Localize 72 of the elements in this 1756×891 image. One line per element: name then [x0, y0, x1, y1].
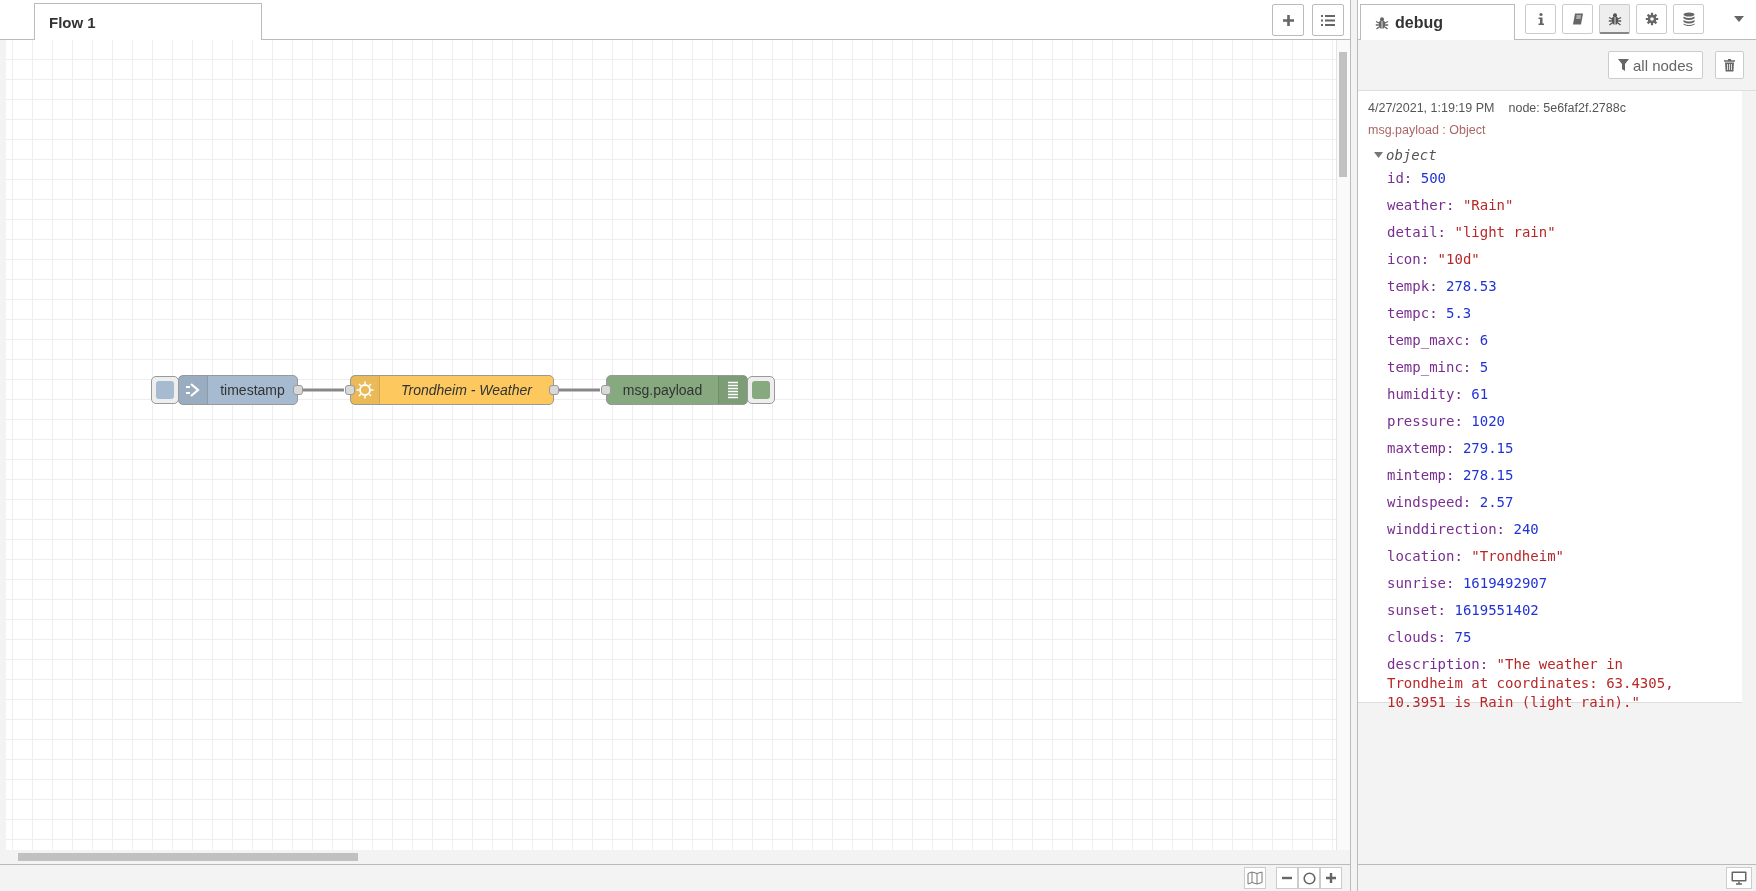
- debug-property: tempc: 5.3: [1387, 304, 1473, 323]
- timestamp-text: 4/27/2021, 1:19:19 PM: [1368, 101, 1495, 115]
- sidebar-tab-button[interactable]: [1599, 4, 1630, 34]
- debug-property: description: "The weather in Trondheim at coordinates: 63.4305, 10.3951 is Rain (light rain).": [1387, 655, 1675, 712]
- input-port[interactable]: [601, 385, 611, 395]
- filter-icon: [1617, 59, 1629, 71]
- monitor-icon: [1731, 871, 1747, 885]
- flow-tab[interactable]: Flow 1: [34, 3, 262, 40]
- sidebar-tab-button[interactable]: [1562, 4, 1593, 34]
- flow-canvas[interactable]: timestamp Trondheim - Weather msg.payload: [0, 40, 1350, 864]
- node-id-text: node: 5e6faf2f.2788c: [1508, 101, 1626, 115]
- monitor-button[interactable]: [1726, 867, 1752, 889]
- message-topic: msg.payload : Object: [1368, 123, 1487, 137]
- plus-icon: [1281, 13, 1295, 27]
- list-icon: [727, 381, 739, 399]
- flow-node[interactable]: Trondheim - Weather: [350, 375, 554, 405]
- debug-property: detail: "light rain": [1387, 223, 1557, 242]
- circle-icon: [1302, 871, 1316, 885]
- bug-icon: [1607, 11, 1622, 26]
- scrollbar[interactable]: [6, 850, 1350, 864]
- node-label: msg.payload: [621, 382, 704, 398]
- arrow-icon: [185, 382, 201, 398]
- clear-button[interactable]: [1715, 51, 1744, 79]
- wire: [302, 388, 344, 392]
- add-flow-button[interactable]: [1272, 4, 1304, 36]
- database-icon: [1681, 12, 1696, 26]
- debug-property: mintemp: 278.15: [1387, 466, 1515, 485]
- scrollbar[interactable]: [1336, 40, 1350, 850]
- debug-property: windspeed: 2.57: [1387, 493, 1515, 512]
- tab-label: debug: [1395, 13, 1443, 32]
- debug-property: sunrise: 1619492907: [1387, 574, 1549, 593]
- input-port[interactable]: [345, 385, 355, 395]
- debug-property: sunset: 1619551402: [1387, 601, 1540, 620]
- zoom-reset-button[interactable]: [1298, 867, 1320, 889]
- flow-list-button[interactable]: [1312, 4, 1344, 36]
- plus-icon: [1325, 872, 1337, 884]
- node-label: timestamp: [219, 382, 286, 398]
- caret-icon[interactable]: [1734, 16, 1744, 22]
- zoom-out-button[interactable]: [1276, 867, 1298, 889]
- debug-property: weather: "Rain": [1387, 196, 1515, 215]
- sidebar-tab-button[interactable]: [1636, 4, 1667, 34]
- debug-property: temp_maxc: 6: [1387, 331, 1490, 351]
- sun-icon: [356, 381, 374, 399]
- node-label: Trondheim - Weather: [400, 382, 534, 398]
- debug-property: location: "Trondheim": [1387, 547, 1565, 566]
- debug-property: tempk: 278.53: [1387, 277, 1498, 296]
- list-icon: [1320, 13, 1336, 27]
- debug-property: clouds: 75: [1387, 628, 1473, 647]
- debug-property: maxtemp: 279.15: [1387, 439, 1515, 458]
- object-label[interactable]: object: [1386, 147, 1437, 163]
- debug-property: icon: "10d": [1387, 250, 1481, 269]
- sidebar-tab-button[interactable]: [1673, 4, 1704, 34]
- debug-property: pressure: 1020: [1387, 412, 1506, 431]
- bug-icon: [1375, 15, 1389, 30]
- gear-icon: [1644, 12, 1659, 26]
- sidebar-tab-button[interactable]: [1525, 4, 1556, 34]
- map-button[interactable]: [1244, 867, 1266, 889]
- filter-button[interactable]: all nodes: [1607, 51, 1703, 79]
- debug-property: winddirection: 240: [1387, 520, 1540, 539]
- book-icon: [1570, 12, 1585, 26]
- trash-icon: [1724, 58, 1735, 72]
- debug-toggle-button[interactable]: [747, 376, 775, 404]
- flow-node[interactable]: timestamp: [178, 375, 298, 405]
- map-icon: [1247, 871, 1263, 885]
- debug-property: temp_minc: 5: [1387, 358, 1490, 378]
- caret-icon[interactable]: [1374, 152, 1383, 158]
- flow-node[interactable]: msg.payload: [606, 375, 748, 405]
- wire: [558, 388, 600, 392]
- zoom-in-button[interactable]: [1320, 867, 1342, 889]
- debug-property: id: 500: [1387, 169, 1448, 188]
- sidebar-tab[interactable]: debug: [1360, 4, 1515, 40]
- debug-property: humidity: 61: [1387, 385, 1490, 404]
